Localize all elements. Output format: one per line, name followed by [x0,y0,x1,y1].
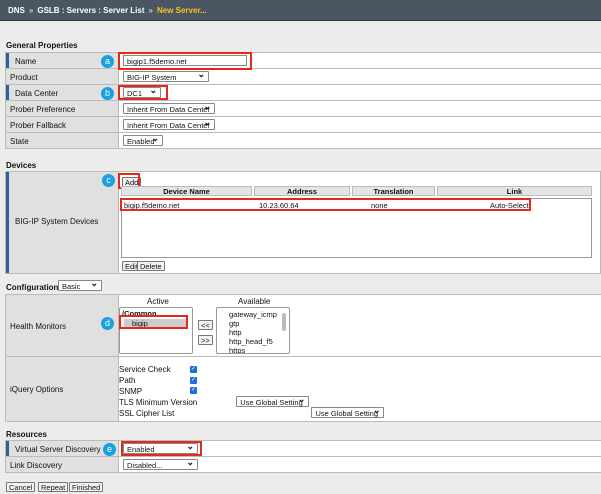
breadcrumb: DNS» GSLB : Servers : Server List» New Ser… [0,0,601,21]
service-check-label: Service Check [119,365,171,374]
breadcrumb-current: New Server... [156,6,207,15]
bigip-devices-label: BIG-IP System Devices [6,172,119,273]
highlight-active-monitor [119,315,188,329]
link-discovery-select[interactable]: Disabled... [123,458,198,470]
cancel-button[interactable]: Cancel [6,482,36,492]
finished-button[interactable]: Finished [69,482,104,492]
tls-select[interactable]: Use Global Setting [236,395,310,407]
available-monitor[interactable]: http [229,328,289,337]
cipher-label: SSL Cipher List [119,409,175,418]
active-heading: Active [147,297,169,306]
resources-heading: Resources [6,430,47,439]
callout-d: d [101,317,114,330]
cipher-select[interactable]: Use Global Setting [311,406,385,418]
callout-b: b [101,87,114,100]
available-monitor[interactable]: https [229,346,289,353]
breadcrumb-server-list[interactable]: GSLB : Servers : Server List [37,6,144,15]
move-left-button[interactable]: << [198,320,213,330]
delete-device-button[interactable]: Delete [137,261,165,271]
prober-fallback-label: Prober Fallback [6,117,119,132]
devices-heading: Devices [6,161,37,170]
snmp-label: SNMP [119,387,143,396]
resources-table: Virtual Server DiscoveryEnabled Link Dis… [5,440,601,473]
general-properties-heading: General Properties [6,41,78,50]
iquery-options-label: iQuery Options [6,357,119,421]
callout-c: c [102,174,115,187]
move-right-button[interactable]: >> [198,335,213,345]
product-label: Product [6,69,119,84]
configuration-select[interactable]: Basic [58,279,102,291]
column-translation: Translation [352,186,435,196]
column-address: Address [254,186,350,196]
available-scrollbar[interactable] [282,313,286,331]
highlight-name [118,52,252,70]
state-select[interactable]: Enabled [123,134,163,146]
prober-preference-select[interactable]: Inherit From Data Center [123,102,215,114]
link-discovery-label: Link Discovery [6,457,119,472]
breadcrumb-dns[interactable]: DNS [8,6,25,15]
path-label: Path [119,376,136,385]
prober-fallback-select[interactable]: Inherit From Data Center [123,118,215,130]
configuration-label: Configuration: [6,283,62,292]
available-monitor[interactable]: gtp [229,319,289,328]
product-select[interactable]: BIG-IP System [123,70,209,82]
highlight-vsd [121,441,202,456]
state-label: State [6,133,119,148]
available-monitor[interactable]: gateway_icmp [229,310,289,319]
service-check-checkbox[interactable]: ✓ [190,366,197,373]
general-properties-table: Name bigip1.f5demo.net Product BIG-IP Syst… [5,52,601,149]
column-device-name: Device Name [121,186,252,196]
column-link: Link [437,186,592,196]
devices-table-header: Device Name Address Translation Link [121,186,592,196]
highlight-data-center [118,85,168,100]
available-monitors-list[interactable]: gateway_icmp gtp http http_head_f5 https [216,307,290,354]
available-heading: Available [238,297,271,306]
repeat-button[interactable]: Repeat [38,482,69,492]
snmp-checkbox[interactable]: ✓ [190,387,197,394]
prober-preference-label: Prober Preference [6,101,119,116]
available-monitor[interactable]: http_head_f5 [229,337,289,346]
iquery-options: Service Check Path SNMP TLS Minimum Vers… [119,364,197,419]
callout-e: e [103,443,116,456]
callout-a: a [101,55,114,68]
tls-label: TLS Minimum Version [119,398,198,407]
highlight-device-row [120,198,531,211]
path-checkbox[interactable]: ✓ [190,377,197,384]
